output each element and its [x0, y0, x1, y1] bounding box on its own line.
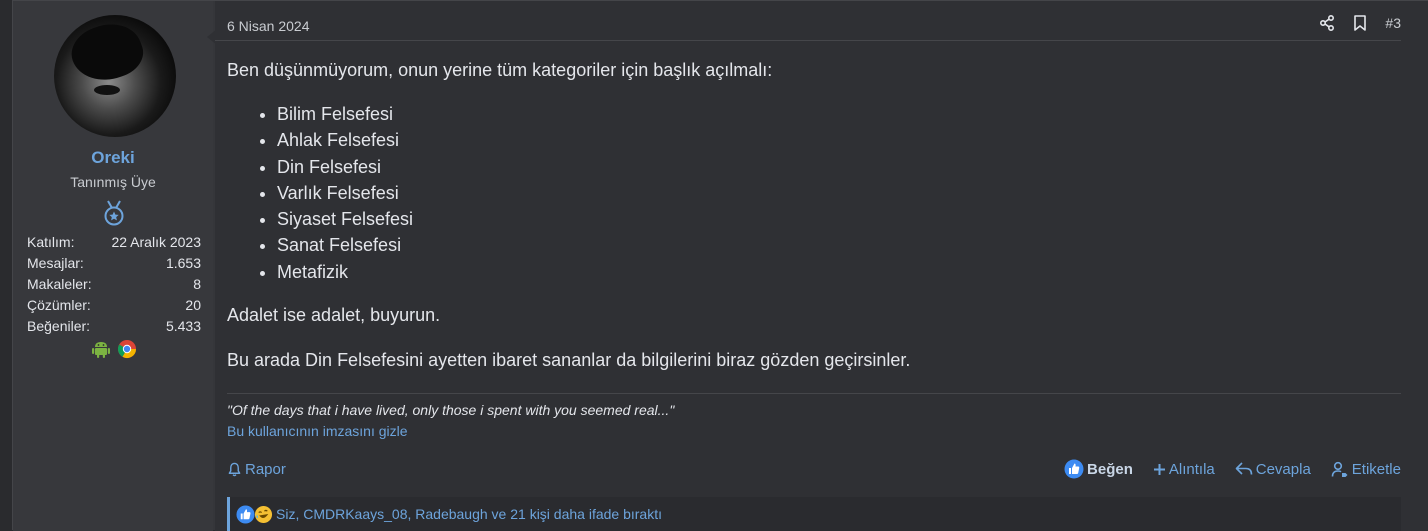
user-title: Tanınmış Üye: [70, 174, 156, 190]
stat-label: Çözümler:: [27, 297, 91, 313]
quote-button[interactable]: Alıntıla: [1153, 461, 1215, 478]
username[interactable]: Oreki: [13, 148, 213, 168]
stat-label: Makaleler:: [27, 276, 92, 292]
share-icon[interactable]: [1319, 15, 1335, 31]
footer-actions: Beğen Alıntıla Cevapla Etiketle: [1064, 459, 1401, 479]
list-item: Ahlak Felsefesi: [277, 127, 1397, 153]
stat-value: 5.433: [165, 318, 201, 334]
post-date[interactable]: 6 Nisan 2024: [227, 18, 310, 34]
post-number[interactable]: #3: [1385, 15, 1401, 31]
stat-label: Beğeniler:: [27, 318, 91, 334]
plus-icon: [1153, 463, 1165, 475]
chrome-icon: [117, 340, 136, 359]
quote-label: Alıntıla: [1168, 460, 1215, 478]
message-body: Ben düşünmüyorum, onun yerine tüm katego…: [227, 59, 1397, 371]
reply-icon: [1235, 462, 1253, 475]
stat-row: Çözümler: 20: [27, 297, 201, 318]
category-list: Bilim Felsefesi Ahlak Felsefesi Din Fels…: [277, 101, 1397, 285]
reactions-text[interactable]: Siz, CMDRKaays_08, Radebaugh ve 21 kişi …: [276, 506, 662, 522]
list-item: Siyaset Felsefesi: [277, 206, 1397, 232]
report-button[interactable]: Rapor: [227, 461, 286, 478]
stat-value: 8: [193, 276, 201, 292]
bell-icon: [228, 462, 241, 477]
laugh-reaction-icon: [254, 505, 273, 523]
list-item: Varlık Felsefesi: [277, 180, 1397, 206]
thumbs-up-icon: [1064, 459, 1084, 479]
like-label: Beğen: [1087, 460, 1133, 478]
bookmark-icon[interactable]: [1353, 15, 1367, 31]
stat-label: Mesajlar:: [27, 255, 84, 271]
android-icon: [92, 342, 110, 358]
stat-label: Katılım:: [27, 234, 75, 250]
list-item: Din Felsefesi: [277, 154, 1397, 180]
list-item: Bilim Felsefesi: [277, 101, 1397, 127]
post-intro: Ben düşünmüyorum, onun yerine tüm katego…: [227, 60, 773, 80]
reply-label: Cevapla: [1255, 460, 1311, 478]
like-button[interactable]: Beğen: [1064, 459, 1133, 479]
message-header: 6 Nisan 2024 #3: [215, 1, 1401, 41]
signature-quote: "Of the days that i have lived, only tho…: [227, 402, 675, 418]
reactions-bar[interactable]: Siz, CMDRKaays_08, Radebaugh ve 21 kişi …: [227, 497, 1401, 531]
stat-value: 20: [185, 297, 201, 313]
device-icons: [91, 339, 137, 359]
list-item: Sanat Felsefesi: [277, 232, 1397, 258]
avatar[interactable]: [54, 15, 176, 137]
reply-button[interactable]: Cevapla: [1235, 461, 1311, 478]
stat-row: Makaleler: 8: [27, 276, 201, 297]
post-container: Oreki Tanınmış Üye Katılım: 22 Aralık 202…: [12, 0, 1428, 531]
message-footer: Rapor Beğen Alıntıla Cevapla Etiketle: [227, 459, 1401, 481]
like-reaction-icon: [236, 504, 255, 524]
medal-icon: [104, 200, 124, 226]
list-item: Metafizik: [277, 259, 1397, 285]
post-paragraph: Bu arada Din Felsefesini ayetten ibaret …: [227, 350, 911, 371]
stat-row: Beğeniler: 5.433: [27, 318, 201, 339]
hide-signature-link[interactable]: Bu kullanıcının imzasını gizle: [227, 423, 1401, 439]
user-tag-icon: [1331, 461, 1348, 477]
post-paragraph: Adalet ise adalet, buyurun.: [227, 305, 441, 326]
user-stats: Katılım: 22 Aralık 2023 Mesajlar: 1.653 Ma…: [27, 234, 201, 339]
stat-value: 22 Aralık 2023: [111, 234, 201, 250]
stat-row: Katılım: 22 Aralık 2023: [27, 234, 201, 255]
tag-button[interactable]: Etiketle: [1331, 461, 1401, 478]
header-actions: #3: [1319, 15, 1401, 31]
stat-row: Mesajlar: 1.653: [27, 255, 201, 276]
stat-value: 1.653: [165, 255, 201, 271]
user-sidebar: Oreki Tanınmış Üye Katılım: 22 Aralık 202…: [13, 1, 213, 531]
signature: "Of the days that i have lived, only tho…: [227, 393, 1401, 439]
message-main: 6 Nisan 2024 #3 Ben düşünmüyorum, onun y…: [215, 1, 1428, 531]
tag-label: Etiketle: [1351, 460, 1401, 478]
report-label: Rapor: [245, 461, 286, 478]
